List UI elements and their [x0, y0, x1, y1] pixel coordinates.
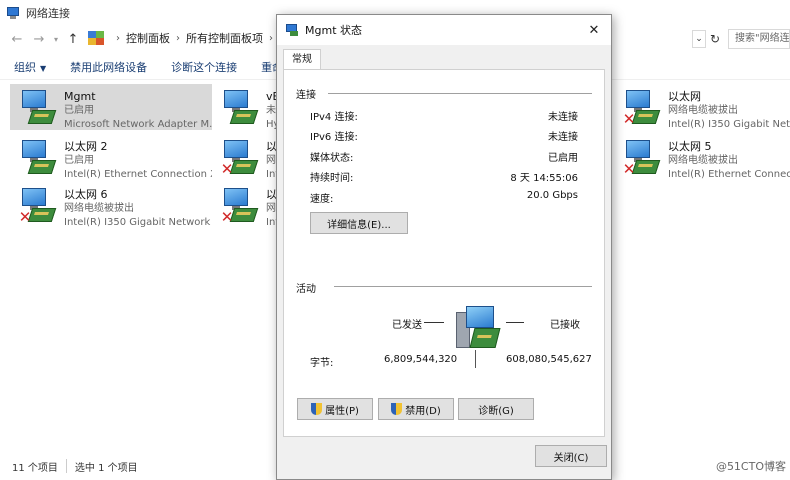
close-button[interactable]: 关闭(C)	[535, 445, 607, 467]
back-icon[interactable]: ←	[6, 28, 28, 50]
general-panel: 连接 IPv4 连接: 未连接 IPv6 连接: 未连接 媒体状态: 已启用 持…	[283, 69, 605, 437]
breadcrumb-control-panel[interactable]: 控制面板	[126, 30, 170, 46]
divider	[475, 350, 476, 368]
watermark: @51CTO博客	[715, 460, 786, 473]
list-item[interactable]: vEth未设Hyp	[212, 84, 276, 130]
bytes-sent-value: 6,809,544,320	[384, 354, 458, 365]
disable-device-button[interactable]: 禁用此网络设备	[70, 59, 147, 75]
network-adapter-icon	[18, 88, 58, 128]
network-connections-icon	[6, 6, 20, 20]
list-item[interactable]: ✕ 以太网络Intel	[212, 134, 276, 180]
ipv6-label: IPv6 连接:	[310, 132, 358, 143]
activity-computer-icon	[454, 302, 502, 360]
chevron-right-icon: ›	[116, 32, 120, 44]
item-count: 11 个项目	[12, 462, 58, 474]
tab-general[interactable]: 常规	[283, 49, 321, 70]
ipv4-label: IPv4 连接:	[310, 112, 358, 123]
speed-label: 速度:	[310, 194, 334, 205]
control-panel-icon	[88, 31, 104, 45]
details-button[interactable]: 详细信息(E)...	[310, 212, 408, 234]
connection-heading: 连接	[296, 90, 316, 101]
received-label: 已接收	[550, 320, 580, 331]
diagnose-button[interactable]: 诊断(G)	[458, 398, 534, 420]
chevron-right-icon: ›	[176, 32, 180, 44]
status-dialog: Mgmt 状态 ✕ 常规 连接 IPv4 连接: 未连接 IPv6 连接: 未连…	[276, 14, 612, 480]
disable-button[interactable]: 禁用(D)	[378, 398, 454, 420]
list-item[interactable]: Mgmt 已启用 Microsoft Network Adapter M...	[10, 84, 212, 130]
up-icon[interactable]: ↑	[62, 28, 84, 50]
received-dash	[506, 322, 524, 323]
divider	[334, 286, 592, 287]
speed-value: 20.0 Gbps	[526, 190, 578, 201]
network-adapter-disconnected-icon: ✕	[622, 138, 662, 178]
network-adapter-icon	[18, 138, 58, 178]
network-adapter-icon	[285, 23, 299, 37]
uac-shield-icon	[311, 403, 323, 415]
forward-icon[interactable]: →	[28, 28, 50, 50]
sent-label: 已发送	[392, 320, 422, 331]
list-item[interactable]: ✕ 以太网 6 网络电缆被拔出 Intel(R) I350 Gigabit Netw…	[10, 182, 212, 228]
chevron-right-icon: ›	[269, 32, 273, 44]
list-item[interactable]: ✕ 以太网络Inte	[212, 182, 276, 228]
dialog-title: Mgmt 状态	[305, 24, 362, 37]
network-adapter-icon	[220, 88, 260, 128]
bytes-received-value: 608,080,545,627	[506, 354, 592, 365]
media-state-value: 已启用	[548, 153, 578, 164]
network-adapter-disconnected-icon: ✕	[18, 186, 58, 226]
close-icon[interactable]: ✕	[577, 15, 611, 45]
selected-count: 选中 1 个项目	[74, 462, 138, 474]
explorer-title: 网络连接	[26, 7, 70, 20]
address-actions: ⌄ ↻	[692, 30, 724, 48]
dialog-title-bar: Mgmt 状态 ✕	[277, 15, 611, 45]
network-adapter-disconnected-icon: ✕	[220, 186, 260, 226]
bytes-label: 字节:	[310, 358, 334, 369]
diagnose-connection-button[interactable]: 诊断这个连接	[171, 59, 237, 75]
duration-label: 持续时间:	[310, 173, 354, 184]
tab-bar: 常规	[283, 49, 321, 71]
activity-heading: 活动	[296, 284, 316, 295]
chevron-down-icon: ▼	[40, 63, 47, 73]
list-item[interactable]: ✕ 以太网 5网络电缆被拔出Intel(R) Ethernet Connecti…	[614, 134, 790, 180]
list-item[interactable]: 以太网 2 已启用 Intel(R) Ethernet Connection X..…	[10, 134, 212, 180]
ipv6-value: 未连接	[548, 132, 578, 143]
uac-shield-icon	[391, 403, 403, 415]
duration-value: 8 天 14:55:06	[510, 173, 578, 184]
recent-dropdown-icon[interactable]: ▾	[50, 28, 62, 50]
search-input[interactable]: 搜索"网络连接"	[728, 29, 790, 49]
properties-button[interactable]: 属性(P)	[297, 398, 373, 420]
ipv4-value: 未连接	[548, 112, 578, 123]
media-state-label: 媒体状态:	[310, 153, 354, 164]
network-adapter-disconnected-icon: ✕	[622, 88, 662, 128]
organize-menu[interactable]: 组织 ▼	[14, 59, 46, 75]
network-adapter-disconnected-icon: ✕	[220, 138, 260, 178]
list-item[interactable]: ✕ 以太网网络电缆被拔出Intel(R) I350 Gigabit Netwo	[614, 84, 790, 130]
breadcrumb-all-items[interactable]: 所有控制面板项	[186, 30, 263, 46]
address-dropdown-icon[interactable]: ⌄	[692, 30, 706, 48]
divider	[328, 93, 592, 94]
refresh-icon[interactable]: ↻	[706, 30, 724, 48]
sent-dash	[424, 322, 444, 323]
